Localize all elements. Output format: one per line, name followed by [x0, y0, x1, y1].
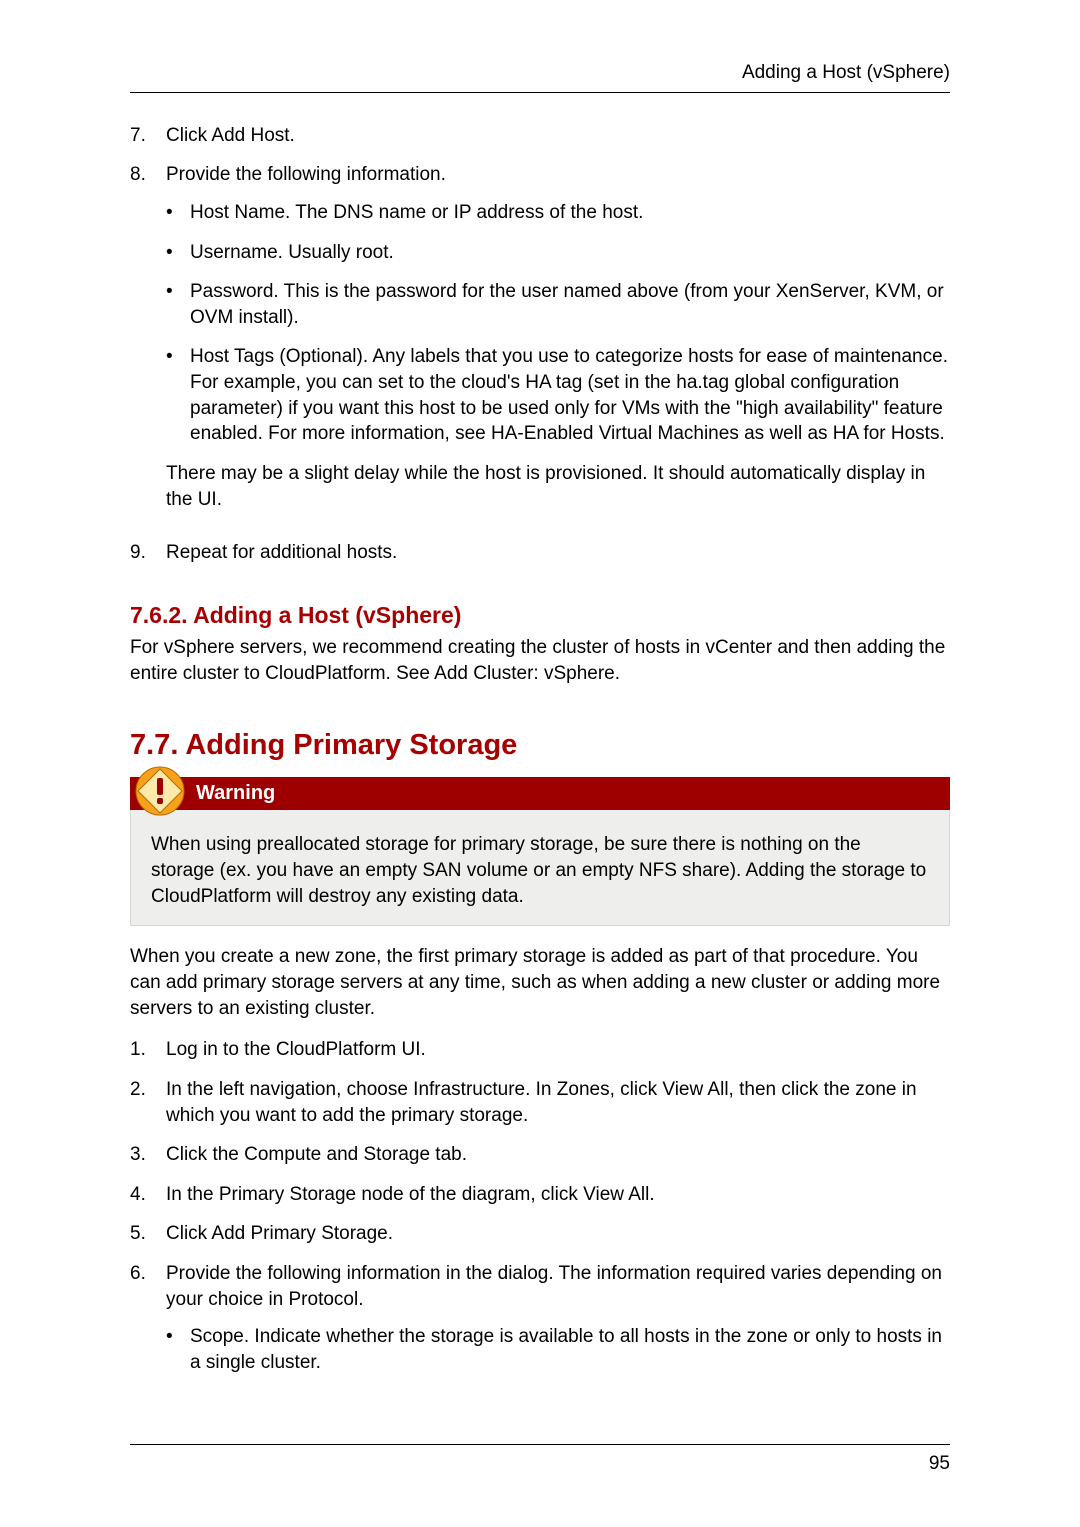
warning-header: Warning: [130, 777, 950, 810]
ps-step-6: 6. Provide the following information in …: [130, 1261, 950, 1390]
step-marker: 4.: [130, 1182, 166, 1208]
step-marker: 2.: [130, 1077, 166, 1128]
step-marker: 9.: [130, 540, 166, 566]
page-footer: 95: [130, 1444, 950, 1477]
protocol-bullets: • Scope. Indicate whether the storage is…: [166, 1324, 950, 1375]
section-762-body: For vSphere servers, we recommend creati…: [130, 635, 950, 686]
ps-step-5: 5. Click Add Primary Storage.: [130, 1221, 950, 1247]
ps-step-4: 4. In the Primary Storage node of the di…: [130, 1182, 950, 1208]
step-8: 8. Provide the following information. • …: [130, 162, 950, 526]
warning-body: When using preallocated storage for prim…: [130, 810, 950, 926]
footer-rule: 95: [130, 1444, 950, 1477]
step-text: In the left navigation, choose Infrastru…: [166, 1077, 950, 1128]
bullet-text: Password. This is the password for the u…: [190, 279, 950, 330]
step-intro: Provide the following information.: [166, 162, 950, 188]
heading-762: 7.6.2. Adding a Host (vSphere): [130, 600, 950, 631]
step-text: Click Add Primary Storage.: [166, 1221, 950, 1247]
running-header: Adding a Host (vSphere): [130, 60, 950, 93]
step-marker: 1.: [130, 1037, 166, 1063]
bullet-scope: • Scope. Indicate whether the storage is…: [166, 1324, 950, 1375]
step-text: Repeat for additional hosts.: [166, 540, 950, 566]
bullet-text: Username. Usually root.: [190, 240, 950, 266]
step-content: Provide the following information in the…: [166, 1261, 950, 1390]
warning-icon: [134, 765, 186, 817]
field-bullets: • Host Name. The DNS name or IP address …: [166, 200, 950, 447]
section-77-intro: When you create a new zone, the first pr…: [130, 944, 950, 1021]
bullet-marker: •: [166, 200, 190, 226]
bullet-text: Host Name. The DNS name or IP address of…: [190, 200, 950, 226]
step-text: In the Primary Storage node of the diagr…: [166, 1182, 950, 1208]
bullet-host-name: • Host Name. The DNS name or IP address …: [166, 200, 950, 226]
bullet-marker: •: [166, 344, 190, 447]
warning-title: Warning: [130, 777, 950, 810]
host-steps-continuation: 7. Click Add Host. 8. Provide the follow…: [130, 123, 950, 566]
step-text: Log in to the CloudPlatform UI.: [166, 1037, 950, 1063]
step-9: 9. Repeat for additional hosts.: [130, 540, 950, 566]
delay-note: There may be a slight delay while the ho…: [166, 461, 950, 512]
ps-step-2: 2. In the left navigation, choose Infras…: [130, 1077, 950, 1128]
step-marker: 6.: [130, 1261, 166, 1390]
step-marker: 3.: [130, 1142, 166, 1168]
bullet-username: • Username. Usually root.: [166, 240, 950, 266]
ps-step-1: 1. Log in to the CloudPlatform UI.: [130, 1037, 950, 1063]
step-marker: 7.: [130, 123, 166, 149]
warning-admonition: Warning When using preallocated storage …: [130, 777, 950, 926]
step-text: Click the Compute and Storage tab.: [166, 1142, 950, 1168]
heading-77: 7.7. Adding Primary Storage: [130, 726, 950, 765]
bullet-password: • Password. This is the password for the…: [166, 279, 950, 330]
bullet-host-tags: • Host Tags (Optional). Any labels that …: [166, 344, 950, 447]
bullet-marker: •: [166, 240, 190, 266]
step-content: Provide the following information. • Hos…: [166, 162, 950, 526]
step-text: Click Add Host.: [166, 123, 950, 149]
step-text: Provide the following information in the…: [166, 1261, 950, 1312]
primary-storage-steps: 1. Log in to the CloudPlatform UI. 2. In…: [130, 1037, 950, 1389]
step-marker: 8.: [130, 162, 166, 526]
bullet-marker: •: [166, 1324, 190, 1375]
step-7: 7. Click Add Host.: [130, 123, 950, 149]
bullet-marker: •: [166, 279, 190, 330]
step-marker: 5.: [130, 1221, 166, 1247]
page-number: 95: [130, 1451, 950, 1477]
page: Adding a Host (vSphere) 7. Click Add Hos…: [0, 0, 1080, 1527]
ps-step-3: 3. Click the Compute and Storage tab.: [130, 1142, 950, 1168]
bullet-text: Host Tags (Optional). Any labels that yo…: [190, 344, 950, 447]
bullet-text: Scope. Indicate whether the storage is a…: [190, 1324, 950, 1375]
